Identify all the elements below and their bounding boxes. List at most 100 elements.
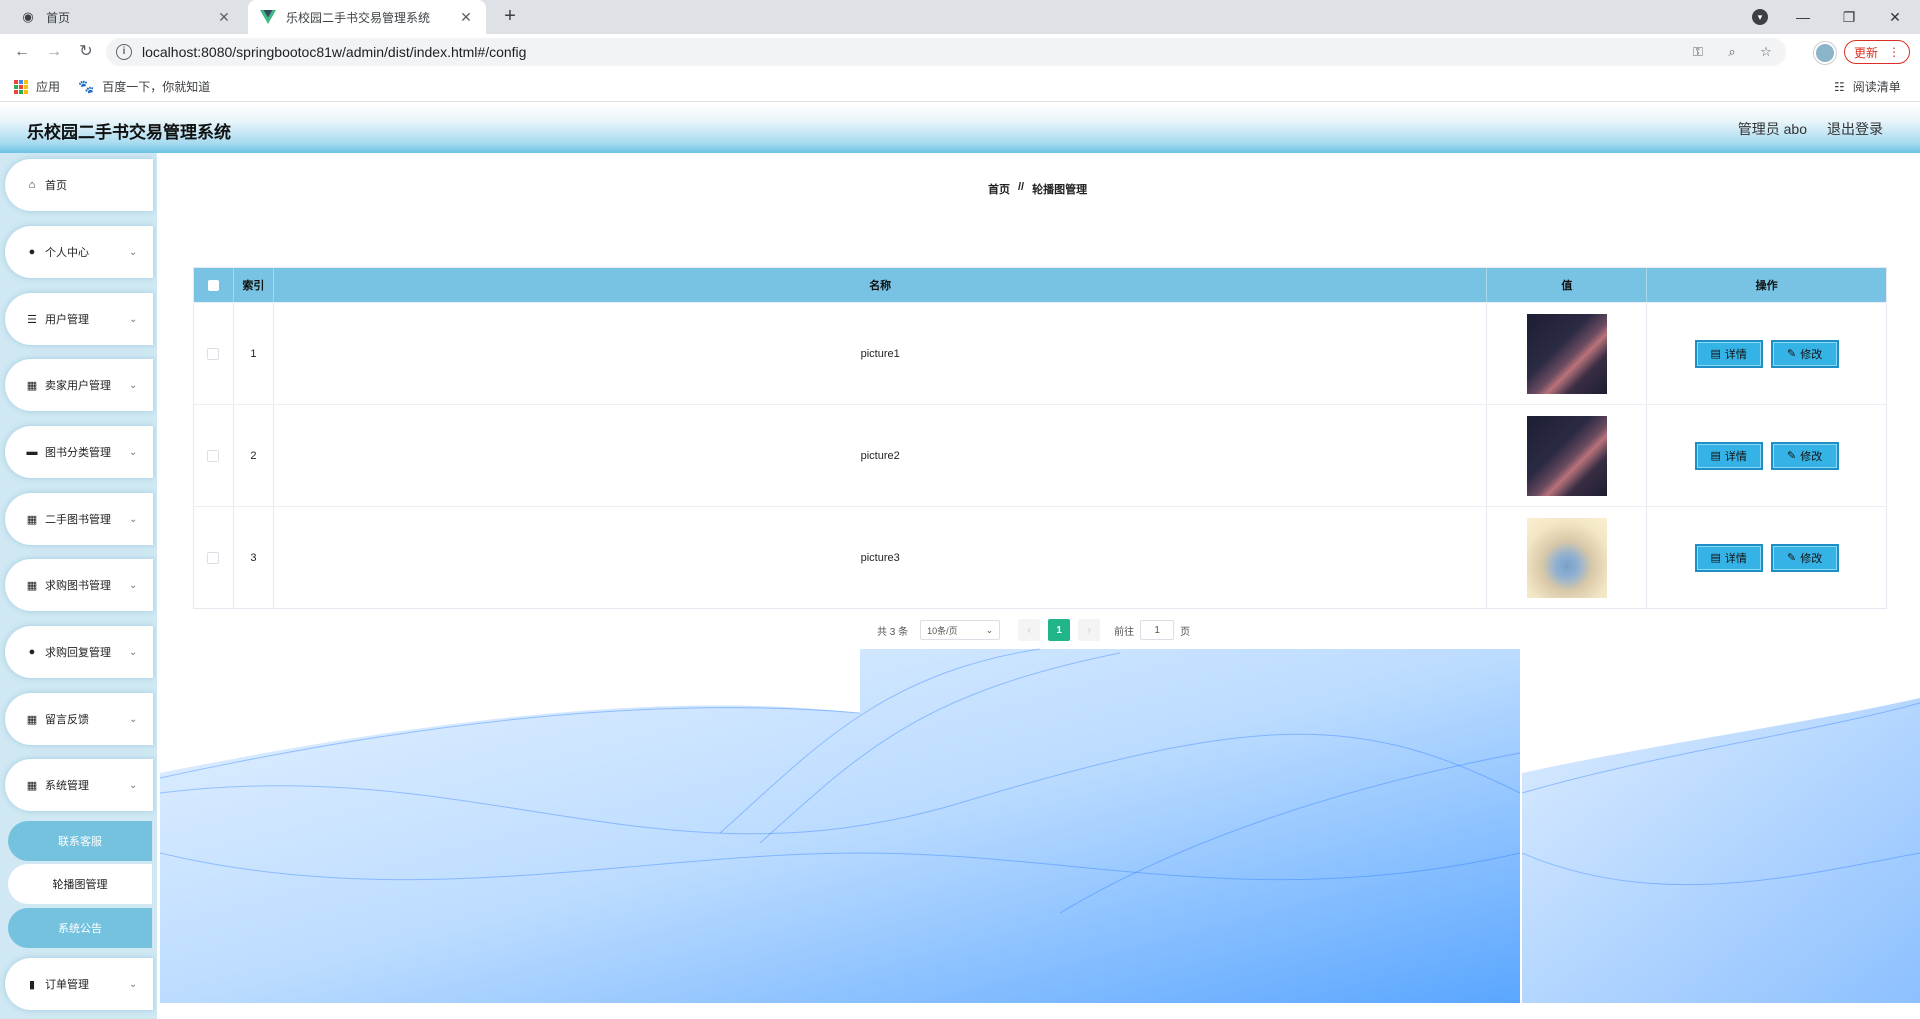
grid-icon: ▦ xyxy=(26,779,38,792)
breadcrumb-current: 轮播图管理 xyxy=(1032,184,1088,196)
profile-avatar[interactable] xyxy=(1814,42,1836,64)
page-suffix: 页 xyxy=(1180,626,1191,638)
chevron-down-icon: ⌄ xyxy=(129,379,138,391)
chevron-down-icon: ⌄ xyxy=(129,513,138,525)
info-icon[interactable]: i xyxy=(116,44,132,60)
bookmark-baidu[interactable]: 🐾 百度一下，你就知道 xyxy=(78,78,210,95)
chevron-down-icon: ⌄ xyxy=(985,624,994,635)
detail-button[interactable]: ▤ 详情 xyxy=(1694,543,1763,572)
sidebar-subitem-contact-service[interactable]: 联系客服 xyxy=(8,821,152,861)
header-user-area: 管理员 abo 退出登录 xyxy=(1738,119,1883,139)
sidebar-item-used-books[interactable]: ▦ 二手图书管理 ⌄ xyxy=(5,493,153,545)
tab-title: 乐校园二手书交易管理系统 xyxy=(286,10,431,25)
edit-label: 修改 xyxy=(1800,348,1823,361)
minimize-button[interactable]: — xyxy=(1780,0,1826,34)
row-checkbox[interactable] xyxy=(207,347,220,360)
row-value-cell xyxy=(1487,405,1648,506)
reading-list[interactable]: ☷ 阅读清单 xyxy=(1834,78,1901,95)
detail-button[interactable]: ▤ 详情 xyxy=(1694,441,1763,470)
logout-link[interactable]: 退出登录 xyxy=(1827,119,1883,139)
select-all-checkbox[interactable] xyxy=(207,279,219,291)
sidebar-item-book-categories[interactable]: ▬ 图书分类管理 ⌄ xyxy=(5,426,153,478)
window-close-button[interactable]: ✕ xyxy=(1872,0,1918,34)
update-label: 更新 xyxy=(1853,45,1878,60)
url-text[interactable]: localhost:8080/springbootoc81w/admin/dis… xyxy=(142,44,1674,60)
back-icon[interactable]: ← xyxy=(10,40,34,64)
sidebar-item-wanted-replies[interactable]: ● 求购回复管理 ⌄ xyxy=(5,626,153,678)
pagination: 共 3 条 10条/页 ⌄ ‹ 1 › 前往 1 页 xyxy=(877,619,1190,641)
carousel-table: 索引 名称 值 操作 1 picture1 ▤ 详情 ✎ 修改 2 picture2 xyxy=(193,267,1887,609)
forward-icon[interactable]: → xyxy=(42,40,66,64)
sidebar-item-users[interactable]: ☰ 用户管理 ⌄ xyxy=(5,293,153,345)
new-tab-button[interactable]: + xyxy=(498,5,522,29)
update-button[interactable]: 更新 ⋮ xyxy=(1844,40,1910,64)
tab-search-icon[interactable]: ▾ xyxy=(1752,9,1768,25)
zoom-icon[interactable]: ⌕ xyxy=(1722,44,1742,60)
sidebar-subitem-carousel[interactable]: 轮播图管理 xyxy=(8,864,152,904)
row-actions: ▤ 详情 ✎ 修改 xyxy=(1647,303,1886,404)
sidebar-subitem-announcements[interactable]: 系统公告 xyxy=(8,908,152,948)
next-page-button[interactable]: › xyxy=(1078,619,1101,641)
bookmark-apps[interactable]: 应用 xyxy=(14,78,60,95)
page-size-select[interactable]: 10条/页 ⌄ xyxy=(920,620,1001,640)
browser-tab-home[interactable]: ◉ 首页 ✕ xyxy=(8,0,244,34)
sidebar: ⌂ 首页 ● 个人中心 ⌄ ☰ 用户管理 ⌄ ▦ 卖家用户管理 ⌄ ▬ 图书分类… xyxy=(0,153,157,1019)
prev-page-button[interactable]: ‹ xyxy=(1018,619,1041,641)
close-icon[interactable]: ✕ xyxy=(458,9,474,26)
sidebar-item-wanted-books[interactable]: ▦ 求购图书管理 ⌄ xyxy=(5,559,153,611)
app-header: 乐校园二手书交易管理系统 管理员 abo 退出登录 xyxy=(0,103,1920,153)
detail-button[interactable]: ▤ 详情 xyxy=(1694,339,1763,368)
row-index: 2 xyxy=(234,405,274,506)
grid-icon: ▦ xyxy=(26,579,38,592)
pencil-icon: ✎ xyxy=(1787,450,1797,462)
sidebar-item-feedback[interactable]: ▦ 留言反馈 ⌄ xyxy=(5,693,153,745)
column-header-name: 名称 xyxy=(274,268,1488,302)
column-header-actions: 操作 xyxy=(1755,280,1778,292)
row-value-cell xyxy=(1487,303,1648,404)
close-icon[interactable]: ✕ xyxy=(216,9,232,26)
globe-icon: ◉ xyxy=(22,9,34,24)
key-icon[interactable]: ⚿ xyxy=(1688,44,1708,60)
reading-list-label: 阅读清单 xyxy=(1852,80,1901,94)
edit-button[interactable]: ✎ 修改 xyxy=(1770,543,1839,572)
sidebar-item-orders[interactable]: ▮ 订单管理 ⌄ xyxy=(5,958,153,1010)
baidu-paw-icon: 🐾 xyxy=(78,78,95,94)
row-index: 1 xyxy=(234,303,274,404)
document-icon: ▤ xyxy=(1710,348,1721,360)
table-row: 3 picture3 ▤ 详情 ✎ 修改 xyxy=(194,506,1886,608)
sidebar-item-label: 首页 xyxy=(45,180,67,192)
user-icon: ● xyxy=(28,646,36,658)
browser-tab-admin[interactable]: 乐校园二手书交易管理系统 ✕ xyxy=(248,0,486,34)
row-select-cell xyxy=(194,507,234,608)
goto-page-input[interactable]: 1 xyxy=(1140,620,1175,640)
row-name: picture2 xyxy=(274,405,1488,506)
sidebar-item-profile[interactable]: ● 个人中心 ⌄ xyxy=(5,226,153,278)
page-number-current[interactable]: 1 xyxy=(1048,619,1071,641)
bookmark-label: 应用 xyxy=(36,80,61,94)
edit-button[interactable]: ✎ 修改 xyxy=(1770,441,1839,470)
sidebar-subitem-label: 系统公告 xyxy=(58,923,102,935)
breadcrumb-separator: // xyxy=(1018,181,1025,193)
edit-button[interactable]: ✎ 修改 xyxy=(1770,339,1839,368)
star-icon[interactable]: ☆ xyxy=(1756,44,1776,60)
row-actions: ▤ 详情 ✎ 修改 xyxy=(1647,507,1886,608)
sidebar-item-system[interactable]: ▦ 系统管理 ⌄ xyxy=(5,759,153,811)
row-checkbox[interactable] xyxy=(207,551,220,564)
reload-icon[interactable]: ↻ xyxy=(74,40,98,64)
grid-icon: ▦ xyxy=(26,513,38,526)
carousel-thumbnail[interactable] xyxy=(1526,313,1607,394)
row-checkbox[interactable] xyxy=(207,449,220,462)
sidebar-item-sellers[interactable]: ▦ 卖家用户管理 ⌄ xyxy=(5,359,153,411)
carousel-thumbnail[interactable] xyxy=(1526,517,1607,598)
chevron-down-icon: ⌄ xyxy=(129,579,138,591)
restore-button[interactable]: ❐ xyxy=(1826,0,1872,34)
breadcrumb-home[interactable]: 首页 xyxy=(988,181,1010,197)
bookmark-label: 百度一下，你就知道 xyxy=(102,80,211,94)
chevron-down-icon: ⌄ xyxy=(129,779,138,791)
detail-label: 详情 xyxy=(1724,348,1747,361)
sidebar-item-home[interactable]: ⌂ 首页 xyxy=(5,159,153,211)
address-bar[interactable]: i localhost:8080/springbootoc81w/admin/d… xyxy=(106,38,1786,66)
carousel-thumbnail[interactable] xyxy=(1526,415,1607,496)
reading-list-icon: ☷ xyxy=(1834,79,1845,94)
sliders-icon: ☰ xyxy=(27,313,37,326)
